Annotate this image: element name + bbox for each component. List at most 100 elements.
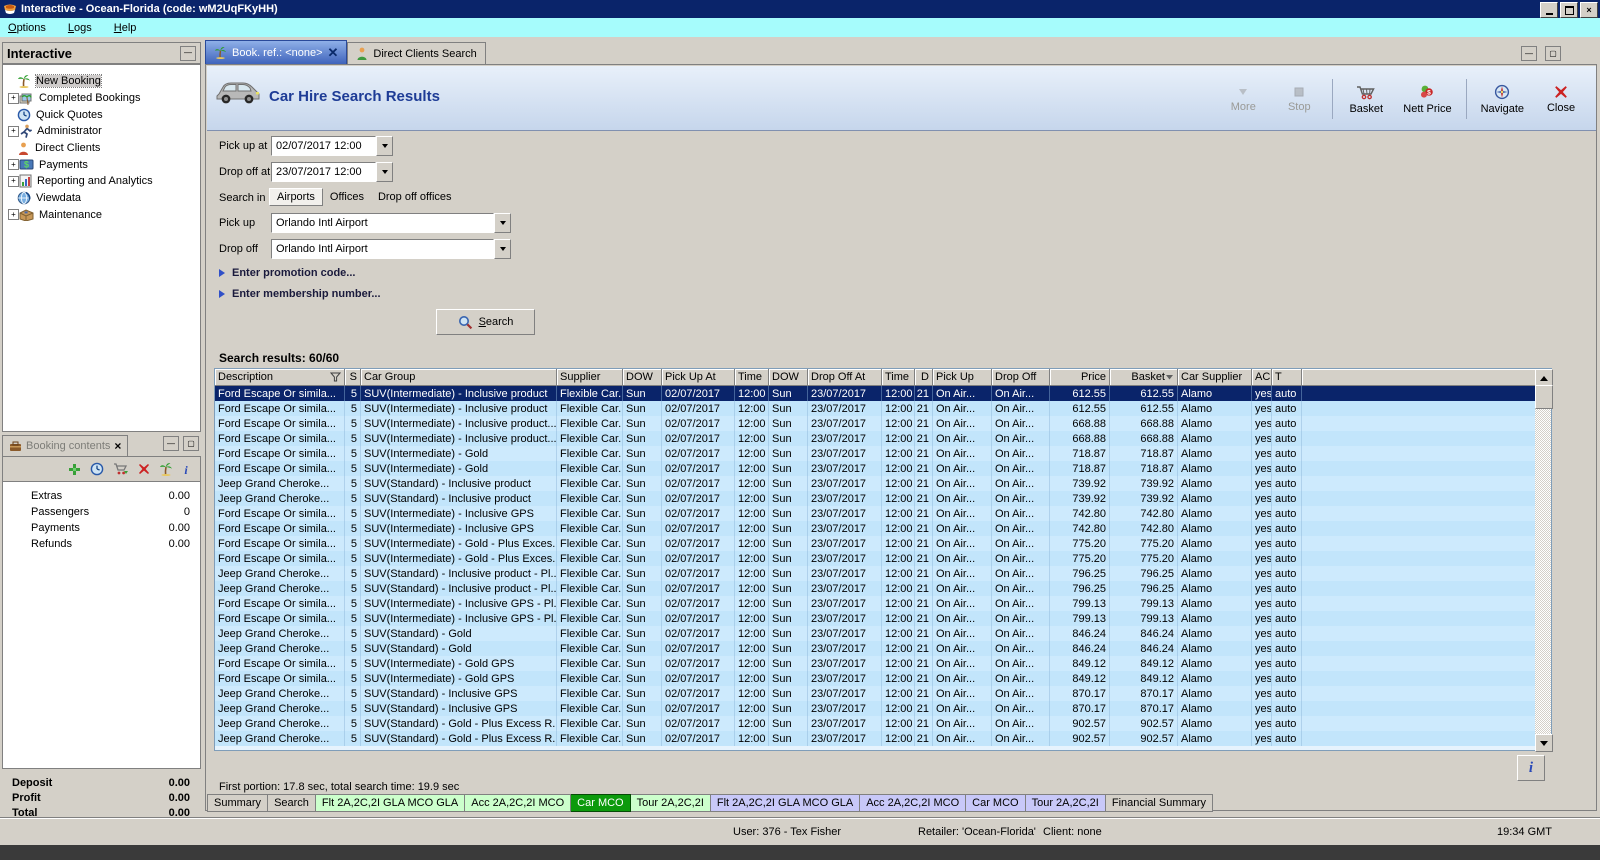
basket-add-icon[interactable]	[113, 462, 129, 476]
column-header-pick-up[interactable]: Pick Up	[933, 369, 992, 386]
delete-icon[interactable]	[138, 463, 150, 475]
expand-icon[interactable]: +	[8, 175, 19, 187]
tab-direct-clients-search[interactable]: Direct Clients Search	[347, 42, 486, 64]
table-row[interactable]: Jeep Grand Cheroke... 5 SUV(Standard) - In…	[215, 491, 1535, 506]
booking-panel-maximize-icon[interactable]: ▢	[183, 436, 199, 451]
table-row[interactable]: Jeep Grand Cheroke... 5 SUV(Standard) - In…	[215, 566, 1535, 581]
table-row[interactable]: Jeep Grand Cheroke... 5 SUV(Standard) - In…	[215, 476, 1535, 491]
bottom-tab-flt-2a-2c-2i-gla-mco-gla[interactable]: Flt 2A,2C,2I GLA MCO GLA	[710, 794, 861, 812]
tab-close-icon[interactable]: ✕	[328, 45, 339, 61]
promotion-code-link[interactable]: Enter promotion code...	[219, 267, 355, 279]
nett-price-button[interactable]: $ Nett Price	[1399, 84, 1455, 115]
pane-maximize-icon[interactable]: ▢	[1545, 46, 1561, 61]
table-row[interactable]: Ford Escape Or simila... 5 SUV(Intermediat…	[215, 521, 1535, 536]
booking-row-refunds[interactable]: Refunds 0.00	[3, 538, 200, 554]
menu-item-help[interactable]: Help	[114, 22, 137, 34]
table-row[interactable]: Jeep Grand Cheroke... 5 SUV(Standard) - In…	[215, 686, 1535, 701]
search-in-tab-airports[interactable]: Airports	[269, 188, 323, 206]
quick-quote-icon[interactable]	[90, 462, 104, 476]
bottom-tab-car-mco[interactable]: Car MCO	[571, 794, 631, 812]
expand-icon[interactable]: +	[8, 159, 19, 171]
sidebar-item-maintenance[interactable]: + Maintenance	[3, 207, 200, 224]
scroll-down-icon[interactable]	[1535, 734, 1553, 752]
column-header-supplier[interactable]: Supplier	[557, 369, 623, 386]
menu-item-options[interactable]: Options	[8, 22, 46, 34]
bottom-tab-acc-2a-2c-2i-mco[interactable]: Acc 2A,2C,2I MCO	[860, 794, 967, 812]
table-row[interactable]: Jeep Grand Cheroke... 5 SUV(Standard) - Go…	[215, 716, 1535, 731]
table-row[interactable]: Ford Escape Or simila... 5 SUV(Intermediat…	[215, 596, 1535, 611]
table-row[interactable]: Ford Escape Or simila... 5 SUV(Intermediat…	[215, 551, 1535, 566]
table-row[interactable]: Ford Escape Or simila... 5 SUV(Intermediat…	[215, 431, 1535, 446]
sidebar-item-quick-quotes[interactable]: Quick Quotes	[3, 106, 200, 123]
booking-row-payments[interactable]: Payments 0.00	[3, 522, 200, 538]
table-row[interactable]: Jeep Grand Cheroke... 5 SUV(Standard) - Go…	[215, 731, 1535, 746]
column-header-d[interactable]: D	[915, 369, 933, 386]
sidebar-item-direct-clients[interactable]: Direct Clients	[3, 140, 200, 157]
expand-icon[interactable]: +	[8, 125, 19, 137]
search-button[interactable]: Search	[436, 309, 535, 335]
bottom-tab-financial-summary[interactable]: Financial Summary	[1105, 794, 1213, 812]
navigate-button[interactable]: Navigate	[1477, 84, 1528, 115]
pickup-at-dropdown-icon[interactable]	[376, 136, 393, 156]
search-in-tab-offices[interactable]: Offices	[323, 189, 371, 205]
dropoff-at-dropdown-icon[interactable]	[376, 162, 393, 182]
bottom-tab-tour-2a-2c-2i[interactable]: Tour 2A,2C,2I	[1025, 794, 1106, 812]
basket-button[interactable]: Basket	[1343, 84, 1389, 115]
table-row[interactable]: Ford Escape Or simila... 5 SUV(Intermediat…	[215, 401, 1535, 416]
table-row[interactable]: Ford Escape Or simila... 5 SUV(Intermediat…	[215, 446, 1535, 461]
expand-icon[interactable]: +	[8, 209, 19, 221]
column-header-time[interactable]: Time	[735, 369, 769, 386]
booking-contents-tab[interactable]: Booking contents ×	[2, 435, 129, 456]
bottom-tab-search[interactable]: Search	[268, 794, 316, 812]
table-row[interactable]: Ford Escape Or simila... 5 SUV(Intermediat…	[215, 536, 1535, 551]
booking-row-extras[interactable]: Extras 0.00	[3, 490, 200, 506]
column-header-dow[interactable]: DOW	[623, 369, 662, 386]
table-row[interactable]: Jeep Grand Cheroke... 5 SUV(Standard) - Go…	[215, 641, 1535, 656]
bottom-tab-tour-2a-2c-2i[interactable]: Tour 2A,2C,2I	[630, 794, 711, 812]
vertical-scrollbar[interactable]	[1535, 369, 1553, 752]
palm-tree-icon[interactable]	[159, 462, 173, 476]
dropoff-at-field[interactable]: 23/07/2017 12:00	[271, 162, 393, 182]
column-header-car-supplier[interactable]: Car Supplier	[1178, 369, 1252, 386]
booking-contents-close-icon[interactable]: ×	[114, 439, 121, 453]
menu-item-logs[interactable]: Logs	[68, 22, 92, 34]
sidebar-item-viewdata[interactable]: Viewdata	[3, 190, 200, 207]
bottom-tab-flt-2a-2c-2i-gla-mco-gla[interactable]: Flt 2A,2C,2I GLA MCO GLA	[315, 794, 466, 812]
table-row[interactable]: Jeep Grand Cheroke... 5 SUV(Standard) - In…	[215, 701, 1535, 716]
table-row[interactable]: Ford Escape Or simila... 5 SUV(Intermediat…	[215, 386, 1535, 401]
sidebar-item-new-booking[interactable]: New Booking	[3, 73, 200, 90]
bottom-tab-car-mco[interactable]: Car MCO	[966, 794, 1026, 812]
pane-minimize-icon[interactable]: —	[1521, 46, 1537, 61]
table-row[interactable]: Ford Escape Or simila... 5 SUV(Intermediat…	[215, 506, 1535, 521]
tab-booking-ref[interactable]: Book. ref.: <none> ✕	[205, 40, 348, 64]
dropoff-field[interactable]: Orlando Intl Airport	[271, 239, 511, 259]
column-header-t[interactable]: T	[1272, 369, 1302, 386]
table-row[interactable]: Jeep Grand Cheroke... 5 SUV(Standard) - Go…	[215, 626, 1535, 641]
pickup-field[interactable]: Orlando Intl Airport	[271, 213, 511, 233]
filter-icon[interactable]	[330, 372, 341, 382]
close-button[interactable]: Close	[1538, 85, 1584, 114]
column-header-ac[interactable]: AC	[1252, 369, 1272, 386]
table-row[interactable]: Jeep Grand Cheroke... 5 SUV(Standard) - In…	[215, 581, 1535, 596]
table-row[interactable]: Ford Escape Or simila... 5 SUV(Intermediat…	[215, 461, 1535, 476]
membership-number-link[interactable]: Enter membership number...	[219, 288, 381, 300]
sidebar-item-payments[interactable]: + $ Payments	[3, 156, 200, 173]
restore-button[interactable]	[1560, 2, 1578, 18]
column-header-pick-up-at[interactable]: Pick Up At	[662, 369, 735, 386]
table-row[interactable]: Ford Escape Or simila... 5 SUV(Intermediat…	[215, 416, 1535, 431]
column-header-description[interactable]: Description	[215, 369, 345, 386]
column-header-drop-off[interactable]: Drop Off	[992, 369, 1050, 386]
close-window-button[interactable]: ×	[1580, 2, 1598, 18]
column-header-dow[interactable]: DOW	[769, 369, 808, 386]
table-row[interactable]: Ford Escape Or simila... 5 SUV(Intermediat…	[215, 656, 1535, 671]
sidebar-item-completed-bookings[interactable]: + Completed Bookings	[3, 90, 200, 107]
minimize-button[interactable]	[1540, 2, 1558, 18]
info-button[interactable]: i	[1517, 755, 1545, 781]
bottom-tab-acc-2a-2c-2i-mco[interactable]: Acc 2A,2C,2I MCO	[465, 794, 572, 812]
column-header-s[interactable]: S	[345, 369, 361, 386]
add-icon[interactable]	[68, 463, 81, 476]
scrollbar-thumb[interactable]	[1535, 385, 1553, 409]
column-header-basket[interactable]: Basket	[1110, 369, 1178, 386]
search-in-tab-drop-off-offices[interactable]: Drop off offices	[371, 189, 459, 205]
column-header-drop-off-at[interactable]: Drop Off At	[808, 369, 882, 386]
